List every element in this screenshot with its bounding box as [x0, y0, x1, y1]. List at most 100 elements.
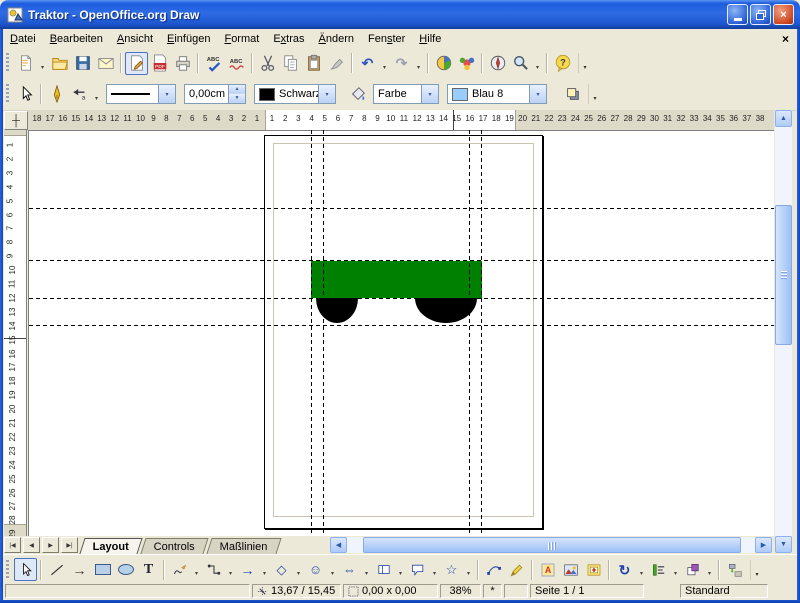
trailer-body-shape[interactable]	[311, 261, 482, 298]
autospellcheck-button[interactable]: ABC	[225, 52, 248, 75]
ellipse-tool-button[interactable]	[114, 558, 137, 581]
menu-item-ändern[interactable]: Ändern	[312, 31, 361, 47]
spin-down-icon[interactable]: ▼	[229, 94, 245, 103]
toolbar-overflow-button[interactable]: ▾	[588, 84, 601, 104]
menu-item-format[interactable]: Format	[217, 31, 266, 47]
spin-up-icon[interactable]: ▲	[229, 85, 245, 94]
line-style-combo[interactable]: ▾	[106, 84, 176, 104]
fill-color-combo[interactable]: Blau 8 ▾	[447, 84, 547, 104]
minimize-button[interactable]	[727, 4, 748, 25]
insert-picture-button[interactable]	[559, 558, 582, 581]
tab-layout[interactable]: Layout	[79, 538, 142, 554]
block-arrows-dropdown[interactable]: ▾	[361, 558, 372, 581]
snap-guide-horizontal[interactable]	[29, 298, 774, 299]
navigator-button[interactable]	[486, 52, 509, 75]
format-paintbrush-button[interactable]	[325, 52, 348, 75]
menu-item-fenster[interactable]: Fenster	[361, 31, 412, 47]
tab-controls[interactable]: Controls	[140, 538, 208, 554]
close-button[interactable]: ×	[773, 4, 794, 25]
fill-style-combo[interactable]: Farbe ▾	[373, 84, 439, 104]
rotate-dropdown[interactable]: ▾	[636, 558, 647, 581]
send-email-button[interactable]	[94, 52, 117, 75]
basic-shapes-button[interactable]: ◇	[270, 558, 293, 581]
scroll-right-button[interactable]: ▶	[755, 537, 772, 553]
scroll-down-button[interactable]: ▼	[775, 536, 792, 553]
toolbar-overflow-button[interactable]: ▾	[578, 53, 591, 73]
curve-tool-button[interactable]	[168, 558, 191, 581]
flowchart-dropdown[interactable]: ▾	[395, 558, 406, 581]
gluepoints-button[interactable]	[505, 558, 528, 581]
menu-item-datei[interactable]: Datei	[3, 31, 43, 47]
alignment-dropdown[interactable]: ▾	[670, 558, 681, 581]
line-dialog-button[interactable]	[45, 83, 68, 106]
scroll-up-button[interactable]: ▲	[775, 110, 792, 127]
toolbar-grip[interactable]	[6, 53, 9, 73]
spellcheck-button[interactable]: ABC	[202, 52, 225, 75]
drawing-canvas[interactable]	[28, 130, 774, 536]
alignment-button[interactable]	[647, 558, 670, 581]
edit-points-button[interactable]	[14, 83, 37, 106]
new-dropdown[interactable]: ▾	[37, 52, 48, 75]
export-pdf-button[interactable]: PDF	[148, 52, 171, 75]
symbol-shapes-button[interactable]: ☺	[304, 558, 327, 581]
insert-chart-button[interactable]	[432, 52, 455, 75]
gallery-frame-button[interactable]	[582, 558, 605, 581]
line-width-spinner[interactable]: 0,00cm ▲ ▼	[184, 84, 246, 104]
line-tool-button[interactable]	[45, 558, 68, 581]
rotate-button[interactable]: ↻	[613, 558, 636, 581]
curve-dropdown[interactable]: ▾	[191, 558, 202, 581]
shadow-button[interactable]	[561, 83, 584, 106]
vertical-scroll-thumb[interactable]	[775, 205, 792, 345]
arrow-style-dropdown[interactable]: ▾	[91, 83, 102, 106]
line-color-dropdown[interactable]: ▾	[318, 85, 335, 103]
select-tool-button[interactable]	[14, 558, 37, 581]
arrow-tool-button[interactable]: →	[68, 558, 91, 581]
lines-arrows-button[interactable]: →	[236, 558, 259, 581]
basic-shapes-dropdown[interactable]: ▾	[293, 558, 304, 581]
edit-points-toggle-button[interactable]	[482, 558, 505, 581]
undo-button[interactable]: ↶	[356, 52, 379, 75]
connector-tool-button[interactable]	[202, 558, 225, 581]
horizontal-ruler[interactable]: 1817161514131211109876543211234567891011…	[28, 110, 774, 131]
flowchart-button[interactable]	[372, 558, 395, 581]
toolbar-overflow-button[interactable]: ▾	[750, 560, 763, 580]
gallery-button[interactable]	[455, 52, 478, 75]
snap-guide-vertical[interactable]	[323, 130, 324, 536]
cut-button[interactable]	[256, 52, 279, 75]
arrange-button[interactable]	[681, 558, 704, 581]
line-width-spin-buttons[interactable]: ▲ ▼	[228, 85, 245, 103]
lines-arrows-dropdown[interactable]: ▾	[259, 558, 270, 581]
symbol-shapes-dropdown[interactable]: ▾	[327, 558, 338, 581]
line-color-combo[interactable]: Schwarz ▾	[254, 84, 336, 104]
horizontal-scroll-thumb[interactable]	[363, 537, 741, 553]
vertical-ruler[interactable]: 1234567891011121314151617181920212223242…	[4, 130, 27, 536]
undo-dropdown[interactable]: ▾	[379, 52, 390, 75]
menu-item-extras[interactable]: Extras	[266, 31, 311, 47]
zoom-button[interactable]	[509, 52, 532, 75]
tab-nav-button-0[interactable]: |◀	[4, 537, 21, 553]
ruler-origin-button[interactable]: ┼	[4, 111, 28, 130]
line-style-dropdown[interactable]: ▾	[158, 85, 175, 103]
arrow-style-button[interactable]: a	[68, 83, 91, 106]
print-button[interactable]	[171, 52, 194, 75]
fontwork-button[interactable]: A	[536, 558, 559, 581]
line-width-value[interactable]: 0,00cm	[185, 88, 228, 100]
fill-dialog-button[interactable]	[346, 83, 369, 106]
arrange-dropdown[interactable]: ▾	[704, 558, 715, 581]
restore-button[interactable]	[750, 4, 771, 25]
stars-dropdown[interactable]: ▾	[463, 558, 474, 581]
connector-dropdown[interactable]: ▾	[225, 558, 236, 581]
block-arrows-button[interactable]: ⇔	[338, 558, 361, 581]
scroll-left-button[interactable]: ◀	[330, 537, 347, 553]
snap-guide-horizontal[interactable]	[29, 208, 774, 209]
zoom-dropdown[interactable]: ▾	[532, 52, 543, 75]
snap-guide-vertical[interactable]	[311, 130, 312, 536]
fill-color-dropdown[interactable]: ▾	[529, 85, 546, 103]
snap-guide-vertical[interactable]	[469, 130, 470, 536]
callouts-button[interactable]	[406, 558, 429, 581]
open-button[interactable]	[48, 52, 71, 75]
redo-dropdown[interactable]: ▾	[413, 52, 424, 75]
stars-button[interactable]: ☆	[440, 558, 463, 581]
horizontal-scrollbar[interactable]: ◀ ▶	[330, 537, 772, 553]
document-close-icon[interactable]: ×	[782, 32, 789, 46]
